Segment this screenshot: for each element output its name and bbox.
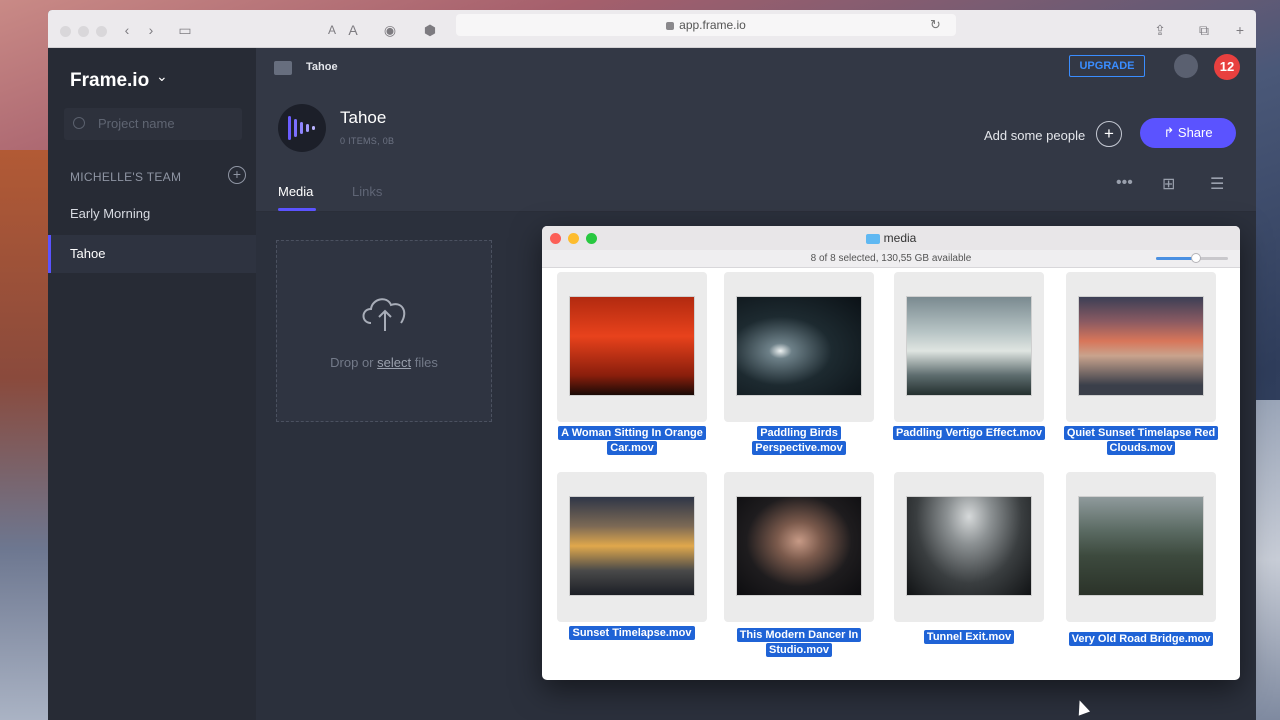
file-name-label[interactable]: Sunset Timelapse.mov: [547, 626, 717, 641]
upload-drop-zone[interactable]: Drop or select files: [276, 240, 492, 422]
file-item[interactable]: [894, 472, 1044, 622]
browser-toolbar: ‹ › ▭ A A ◉ ⬢ app.frame.io ↻ ⇪ ⧉ +: [48, 10, 1256, 48]
project-search-input[interactable]: Project name: [64, 108, 242, 140]
finder-title: media: [542, 231, 1240, 245]
file-item[interactable]: [724, 272, 874, 422]
extension-icon[interactable]: ⬢: [422, 20, 438, 40]
lock-icon: [666, 21, 675, 30]
file-item[interactable]: [724, 472, 874, 622]
address-bar[interactable]: app.frame.io: [456, 14, 956, 36]
text-larger-button[interactable]: A: [346, 20, 360, 40]
share-page-icon[interactable]: ⇪: [1152, 20, 1168, 40]
finder-titlebar[interactable]: media: [542, 226, 1240, 250]
sort-icon[interactable]: ☰: [1210, 174, 1224, 194]
video-thumbnail: [569, 496, 695, 596]
project-header: Tahoe 0 ITEMS, 0B Add some people + ↱ Sh…: [256, 88, 1256, 212]
file-name-label[interactable]: Tunnel Exit.mov: [884, 630, 1054, 645]
file-name-label[interactable]: Very Old Road Bridge.mov: [1056, 632, 1226, 647]
share-icon: ↱: [1163, 125, 1178, 140]
sidebar-item-tahoe[interactable]: Tahoe: [48, 235, 256, 273]
drop-prefix: Drop or: [330, 355, 378, 370]
share-label: Share: [1177, 125, 1213, 140]
select-files-link[interactable]: select: [377, 355, 411, 370]
tab-media[interactable]: Media: [278, 184, 313, 199]
text-smaller-button[interactable]: A: [326, 20, 338, 40]
project-title: Tahoe: [340, 108, 387, 127]
project-meta: 0 ITEMS, 0B: [340, 136, 395, 146]
add-people-label[interactable]: Add some people: [984, 128, 1085, 143]
icon-size-slider-knob[interactable]: [1190, 253, 1201, 263]
video-thumbnail: [1078, 496, 1204, 596]
finder-window: media 8 of 8 selected, 130,55 GB availab…: [542, 226, 1240, 680]
upgrade-button[interactable]: UPGRADE: [1069, 55, 1145, 77]
forward-icon[interactable]: ›: [144, 20, 158, 40]
search-placeholder: Project name: [98, 116, 175, 131]
drop-suffix: files: [411, 355, 438, 370]
breadcrumb[interactable]: Tahoe: [306, 61, 338, 73]
tab-links[interactable]: Links: [352, 184, 382, 199]
video-thumbnail: [906, 496, 1032, 596]
file-name-label[interactable]: Paddling Vertigo Effect.mov: [884, 426, 1054, 441]
sidebar-item-early-morning[interactable]: Early Morning: [48, 195, 256, 233]
file-item[interactable]: [1066, 272, 1216, 422]
back-icon[interactable]: ‹: [120, 20, 134, 40]
url-text: app.frame.io: [679, 18, 746, 32]
brand-logo[interactable]: Frame.io: [70, 70, 149, 92]
user-icon[interactable]: [1174, 54, 1198, 78]
video-thumbnail: [736, 296, 862, 396]
sidebar-toggle-icon[interactable]: ▭: [176, 20, 194, 40]
top-bar: Tahoe UPGRADE 12: [256, 48, 1256, 88]
team-label: MICHELLE'S TEAM: [70, 170, 182, 184]
close-window-button[interactable]: [60, 26, 71, 37]
reload-icon[interactable]: ↻: [930, 14, 941, 36]
video-thumbnail: [569, 296, 695, 396]
video-thumbnail: [736, 496, 862, 596]
active-tab-indicator: [278, 208, 316, 211]
icon-size-slider-fill: [1156, 257, 1196, 260]
drop-hint: Drop or select files: [277, 355, 491, 370]
file-name-label[interactable]: Quiet Sunset Timelapse Red Clouds.mov: [1056, 426, 1226, 456]
new-tab-icon[interactable]: +: [1232, 20, 1248, 40]
zoom-window-button[interactable]: [96, 26, 107, 37]
minimize-window-button[interactable]: [78, 26, 89, 37]
file-item[interactable]: [1066, 472, 1216, 622]
upload-cloud-icon: [362, 298, 406, 331]
add-project-button[interactable]: +: [228, 166, 246, 184]
icon-size-slider[interactable]: [1156, 253, 1228, 263]
finder-status-bar: 8 of 8 selected, 130,55 GB available: [542, 250, 1240, 268]
file-item[interactable]: [557, 472, 707, 622]
folder-icon: [865, 233, 880, 244]
new-folder-icon[interactable]: ⊞: [1162, 174, 1175, 194]
tabs-overview-icon[interactable]: ⧉: [1196, 20, 1212, 40]
add-people-button[interactable]: +: [1096, 121, 1122, 147]
video-thumbnail: [906, 296, 1032, 396]
file-name-label[interactable]: This Modern Dancer In Studio.mov: [714, 628, 884, 658]
finder-title-text: media: [883, 231, 917, 245]
privacy-icon[interactable]: ◉: [382, 20, 398, 40]
chevron-down-icon[interactable]: ⌄: [156, 68, 168, 85]
notification-badge[interactable]: 12: [1214, 54, 1240, 80]
file-item[interactable]: [894, 272, 1044, 422]
project-avatar: [278, 104, 326, 152]
project-folder-icon: [274, 61, 292, 75]
finder-status-text: 8 of 8 selected, 130,55 GB available: [810, 253, 972, 264]
share-button[interactable]: ↱ Share: [1140, 118, 1236, 148]
file-item[interactable]: [557, 272, 707, 422]
more-options-icon[interactable]: •••: [1116, 174, 1133, 192]
file-name-label[interactable]: Paddling Birds Perspective.mov: [714, 426, 884, 456]
sidebar: Frame.io ⌄ Project name MICHELLE'S TEAM …: [48, 48, 256, 720]
search-icon: [73, 117, 85, 129]
video-thumbnail: [1078, 296, 1204, 396]
sound-wave-icon: [288, 116, 315, 140]
file-name-label[interactable]: A Woman Sitting In Orange Car.mov: [547, 426, 717, 456]
